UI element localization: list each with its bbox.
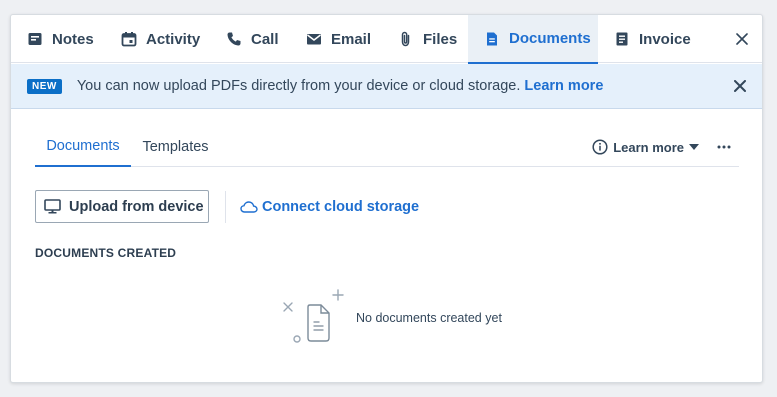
tab-label: Files [423, 30, 458, 48]
invoice-icon [616, 32, 628, 46]
record-tabs: Notes Activity Call Email Files Document… [11, 15, 762, 64]
paperclip-icon [401, 31, 410, 47]
tab-label: Documents [509, 30, 591, 47]
banner-text: You can now upload PDFs directly from yo… [76, 78, 521, 94]
subtab-templates[interactable]: Templates [131, 127, 220, 167]
phone-icon [227, 32, 241, 46]
dismiss-banner-button[interactable] [730, 76, 750, 96]
tab-label: Invoice [639, 30, 691, 48]
tab-activity[interactable]: Activity [105, 15, 202, 63]
more-options-button[interactable] [713, 136, 735, 158]
learn-more-label: Learn more [613, 139, 684, 155]
documents-panel: Notes Activity Call Email Files Document… [10, 14, 763, 383]
tab-documents[interactable]: Documents [468, 15, 598, 64]
learn-more-dropdown[interactable]: Learn more [592, 136, 699, 158]
upload-from-device-button[interactable]: Upload from device [35, 190, 209, 223]
documents-created-heading: DOCUMENTS CREATED [35, 246, 177, 260]
connect-cloud-storage-link[interactable]: Connect cloud storage [240, 196, 419, 218]
document-subtabs: Documents Templates Learn more [35, 127, 739, 167]
tab-call[interactable]: Call [210, 15, 284, 63]
tab-label: Activity [146, 30, 201, 48]
banner-message: You can now upload PDFs directly from yo… [77, 78, 604, 94]
tab-notes[interactable]: Notes [11, 15, 105, 63]
tab-label: Email [331, 30, 372, 48]
notes-icon [28, 33, 42, 45]
cloud-icon [240, 201, 258, 213]
monitor-icon [44, 199, 61, 214]
calendar-icon [121, 32, 137, 47]
close-icon [736, 33, 748, 45]
tab-label: Call [251, 30, 279, 48]
tab-invoice[interactable]: Invoice [598, 15, 698, 63]
document-icon [487, 32, 497, 45]
empty-state-text: No documents created yet [356, 311, 502, 325]
ellipsis-icon [717, 145, 731, 149]
upload-label: Upload from device [69, 198, 204, 215]
close-panel-button[interactable] [732, 29, 752, 49]
envelope-icon [307, 34, 321, 45]
subtab-documents[interactable]: Documents [35, 127, 131, 167]
announcement-banner: NEW You can now upload PDFs directly fro… [11, 64, 762, 109]
empty-document-icon [283, 289, 344, 343]
info-icon [592, 139, 608, 155]
action-divider [225, 191, 226, 223]
banner-learn-more-link[interactable]: Learn more [524, 78, 603, 94]
tab-files[interactable]: Files [382, 15, 468, 63]
tab-label: Notes [52, 30, 94, 48]
new-badge: NEW [27, 78, 62, 94]
tab-email[interactable]: Email [290, 15, 382, 63]
caret-down-icon [689, 144, 699, 150]
close-icon [734, 80, 746, 92]
cloud-label: Connect cloud storage [262, 199, 420, 215]
